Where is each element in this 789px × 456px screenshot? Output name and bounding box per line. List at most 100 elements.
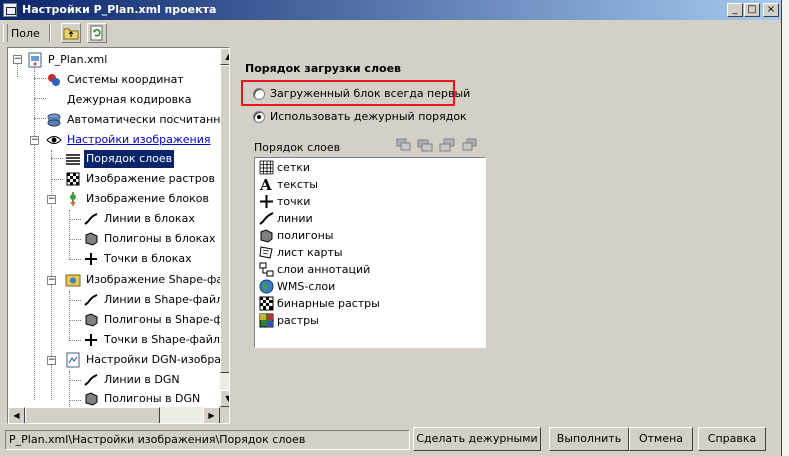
point-icon <box>260 195 273 208</box>
minimize-button[interactable]: _ <box>727 3 743 17</box>
tree-item-block-points[interactable]: Точки в блоках <box>8 250 218 268</box>
tree-vertical-scrollbar[interactable]: ▲ ▼ <box>220 48 229 407</box>
list-item-label: сетки <box>277 161 311 174</box>
tree-item-image-settings[interactable]: Настройки изображения <box>8 131 218 149</box>
load-order-title: Порядок загрузки слоев <box>245 62 401 75</box>
tree-item-dgn-polygons[interactable]: Полигоны в DGN <box>8 390 218 408</box>
scroll-left-button[interactable]: ◀ <box>8 407 25 423</box>
execute-button[interactable]: Выполнить <box>549 427 629 451</box>
polygon-icon <box>260 229 273 243</box>
tree-item-shape-points[interactable]: Точки в Shape-файла <box>8 331 227 349</box>
raster-color-icon <box>259 313 274 328</box>
radio-loaded-block-first[interactable]: Загруженный блок всегда первый <box>253 86 470 102</box>
move-top-icon[interactable] <box>396 138 412 152</box>
vertical-scroll-thumb[interactable] <box>220 65 229 373</box>
settings-window: Настройки P_Plan.xml проекта _ □ × Поле <box>0 0 782 456</box>
tree-item-label: Системы координат <box>67 73 184 86</box>
list-item-label: линии <box>277 212 313 225</box>
tree-item-label: Изображение блоков <box>86 192 209 205</box>
window-title: Настройки P_Plan.xml проекта <box>22 3 217 16</box>
scroll-down-button[interactable]: ▼ <box>220 390 229 407</box>
tree-item-shape-lines[interactable]: Линии в Shape-файла <box>8 291 229 309</box>
tree-item-dgn-settings[interactable]: Настройки DGN-изображ <box>8 351 229 369</box>
refresh-button[interactable] <box>87 23 107 43</box>
tree-item-shape-image[interactable]: Изображение Shape-файл <box>8 271 229 289</box>
layer-order-label: Порядок слоев <box>254 141 341 154</box>
list-item-label: растры <box>277 314 319 327</box>
help-button[interactable]: Справка <box>698 427 766 451</box>
background-edge <box>782 0 789 456</box>
xml-file-icon <box>28 52 42 68</box>
list-item-lines[interactable]: линии <box>257 210 483 227</box>
tree-horizontal-scrollbar[interactable]: ◀ ▶ <box>8 407 220 423</box>
radio-button-loaded-first[interactable] <box>253 88 265 100</box>
line-icon <box>84 374 98 386</box>
tree-item-layer-order[interactable]: Порядок слоев <box>8 150 218 168</box>
toolbar-separator <box>49 24 51 42</box>
move-up-icon[interactable] <box>417 138 433 152</box>
tree-item-block-polygons[interactable]: Полигоны в блоках <box>8 230 218 248</box>
scroll-right-button[interactable]: ▶ <box>203 407 220 423</box>
make-default-button[interactable]: Сделать дежурными <box>413 427 541 451</box>
radio-label: Использовать дежурный порядок <box>270 110 467 123</box>
horizontal-scroll-thumb[interactable] <box>25 407 160 423</box>
toolbar-grip[interactable] <box>3 24 8 42</box>
folder-up-button[interactable] <box>61 23 81 43</box>
cancel-button[interactable]: Отмена <box>629 427 693 451</box>
tree-item-label: Линии в блоках <box>104 212 195 225</box>
list-item-label: тексты <box>277 178 318 191</box>
layers-stack-icon <box>66 154 80 165</box>
list-item-annotations[interactable]: слои аннотаций <box>257 261 483 278</box>
toolbar-field-label[interactable]: Поле <box>11 27 40 40</box>
coordinate-systems-icon <box>48 74 60 86</box>
tree-item-block-image[interactable]: Изображение блоков <box>8 190 218 208</box>
list-item-points[interactable]: точки <box>257 193 483 210</box>
tree-item-coordinate-systems[interactable]: Системы координат <box>8 71 218 89</box>
tree-item-auto-calculated[interactable]: Автоматически посчитанное <box>8 111 229 129</box>
maximize-button[interactable]: □ <box>744 3 760 17</box>
layer-order-list[interactable]: сетки A тексты точки линии полигоны лист… <box>254 157 486 348</box>
list-item-label: WMS-слои <box>277 280 336 293</box>
folder-up-icon <box>63 28 79 40</box>
auto-calc-icon <box>47 113 61 127</box>
eye-icon <box>46 136 62 144</box>
polygon-icon <box>85 232 98 246</box>
radio-use-default-order[interactable]: Использовать дежурный порядок <box>253 109 467 125</box>
status-path: P_Plan.xml\Настройки изображения\Порядок… <box>5 430 410 450</box>
radio-button-default-order[interactable] <box>253 111 265 123</box>
tree-item-shape-polygons[interactable]: Полигоны в Shape-фа <box>8 311 229 329</box>
tree-item-label: Линии в Shape-файла <box>104 293 230 306</box>
close-button[interactable]: × <box>763 3 779 17</box>
move-bottom-icon[interactable] <box>461 138 477 152</box>
tree-item-label: Автоматически посчитанное <box>67 113 230 126</box>
scroll-up-button[interactable]: ▲ <box>220 48 229 65</box>
move-down-icon[interactable] <box>439 138 455 152</box>
settings-tree[interactable]: − − − − − P_Plan.xml Системы координат Д… <box>7 47 230 424</box>
list-item-rasters[interactable]: растры <box>257 312 483 329</box>
line-icon <box>84 294 98 306</box>
dgn-icon <box>66 352 80 368</box>
tree-item-label: Настройки изображения <box>67 133 211 146</box>
list-item-wms[interactable]: WMS-слои <box>257 278 483 295</box>
blocks-icon <box>70 192 76 206</box>
tree-item-default-encoding[interactable]: Дежурная кодировка <box>8 91 218 109</box>
list-item-binary-rasters[interactable]: бинарные растры <box>257 295 483 312</box>
tree-item-label: Порядок слоев <box>84 150 175 168</box>
list-item-texts[interactable]: A тексты <box>257 176 483 193</box>
tree-item-dgn-lines[interactable]: Линии в DGN <box>8 371 218 389</box>
list-item-map-sheet[interactable]: лист карты <box>257 244 483 261</box>
tree-item-root[interactable]: P_Plan.xml <box>8 51 218 69</box>
list-item-polygons[interactable]: полигоны <box>257 227 483 244</box>
scroll-corner <box>220 407 229 423</box>
title-bar[interactable]: Настройки P_Plan.xml проекта _ □ × <box>0 0 781 20</box>
annotation-icon <box>259 262 274 277</box>
tree-item-label: Точки в блоках <box>104 252 192 265</box>
tree-item-label: Полигоны в Shape-фа <box>104 313 230 326</box>
line-icon <box>259 212 274 225</box>
tree-item-label: Полигоны в DGN <box>104 392 201 405</box>
panel-splitter[interactable] <box>232 47 235 424</box>
tree-item-block-lines[interactable]: Линии в блоках <box>8 210 218 228</box>
tree-item-raster-image[interactable]: Изображение растров <box>8 170 218 188</box>
list-item-grid[interactable]: сетки <box>257 159 483 176</box>
tree-item-label: Полигоны в блоках <box>104 232 216 245</box>
